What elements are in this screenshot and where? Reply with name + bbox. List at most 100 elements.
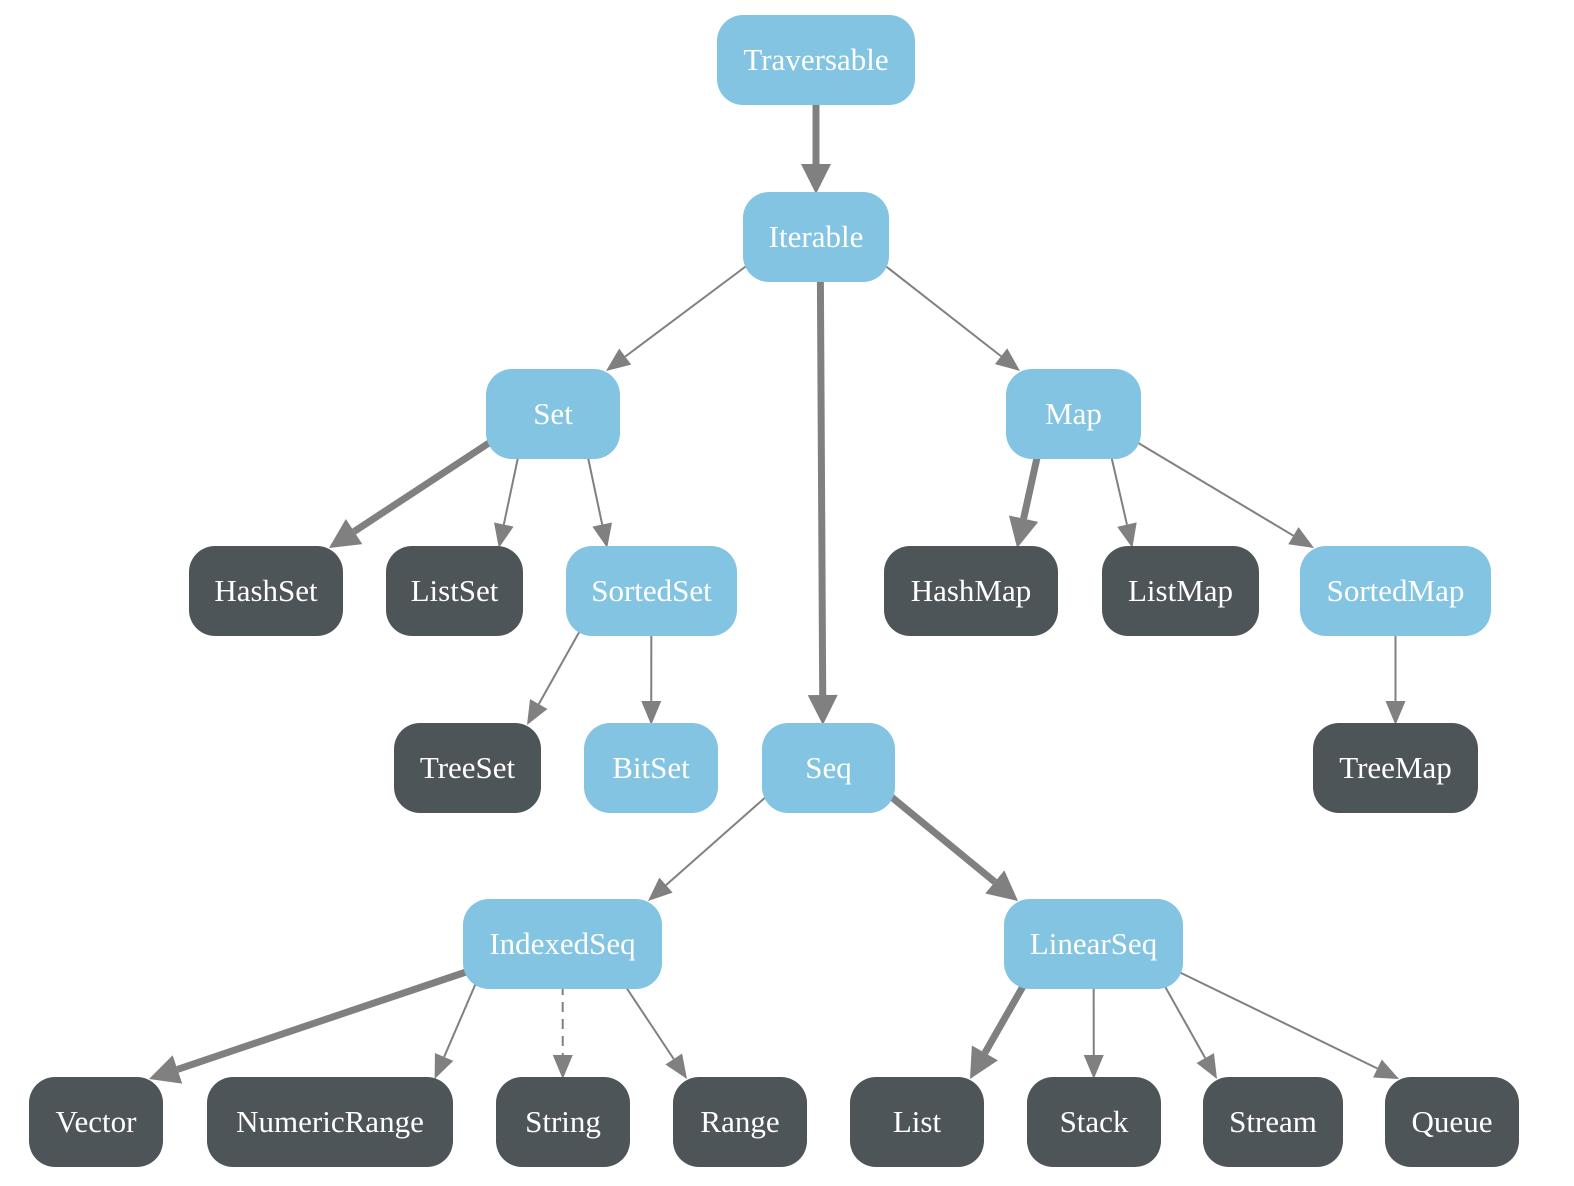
node-label: BitSet [612, 750, 690, 785]
edge-line [624, 263, 750, 358]
arrowhead-icon [665, 1053, 687, 1079]
node-range[interactable]: Range [673, 1077, 807, 1167]
node-label: Queue [1411, 1104, 1493, 1139]
node-label: TreeSet [419, 750, 516, 785]
edge-line [886, 792, 998, 885]
edge-line [502, 454, 520, 525]
node-label: Traversable [743, 42, 889, 77]
edge-line [882, 263, 1002, 358]
node-hashset[interactable]: HashSet [189, 546, 343, 636]
edge-sortedmap-to-treemap [1385, 632, 1406, 725]
edge-map-to-hashmap [1008, 454, 1042, 548]
node-label: SortedMap [1326, 573, 1465, 608]
edge-map-to-sortedmap [1134, 440, 1314, 548]
arrowhead-icon [1288, 527, 1314, 548]
node-label: String [525, 1104, 601, 1139]
node-label: SortedSet [591, 573, 712, 608]
arrowhead-icon [606, 348, 632, 371]
arrowhead-icon [527, 699, 548, 725]
node-hashmap[interactable]: HashMap [884, 546, 1058, 636]
arrowhead-icon [592, 522, 612, 548]
edge-line [176, 967, 471, 1073]
node-traversable[interactable]: Traversable [717, 15, 915, 105]
edge-seq-to-linearseq [886, 792, 1018, 901]
node-set[interactable]: Set [486, 369, 620, 459]
node-label: Stream [1229, 1104, 1317, 1139]
arrowhead-icon [1083, 1054, 1104, 1079]
edge-set-to-sortedset [586, 454, 612, 548]
arrowhead-icon [552, 1054, 573, 1079]
edge-line [1109, 454, 1128, 525]
edge-line [1134, 440, 1294, 537]
node-seq[interactable]: Seq [762, 723, 895, 813]
arrowhead-icon [801, 164, 831, 194]
node-label: Map [1045, 396, 1102, 431]
node-listmap[interactable]: ListMap [1102, 546, 1259, 636]
node-treemap[interactable]: TreeMap [1313, 723, 1478, 813]
node-label: Stack [1059, 1104, 1129, 1139]
node-numericrange[interactable]: NumericRange [207, 1077, 453, 1167]
node-label: IndexedSeq [489, 926, 636, 961]
edge-iterable-to-seq [807, 277, 838, 725]
node-label: ListSet [410, 573, 499, 608]
node-label: HashSet [214, 573, 318, 608]
edge-line [623, 984, 675, 1060]
node-label: Range [700, 1104, 780, 1139]
node-label: NumericRange [236, 1104, 424, 1139]
edge-indexedseq-to-range [623, 984, 687, 1079]
node-label: Vector [55, 1104, 137, 1139]
edge-set-to-hashset [329, 438, 494, 548]
node-label: Iterable [768, 219, 864, 254]
node-indexedseq[interactable]: IndexedSeq [463, 899, 662, 989]
edge-line [1176, 970, 1378, 1070]
edge-indexedseq-to-string [552, 984, 573, 1079]
node-iterable[interactable]: Iterable [743, 192, 889, 282]
node-queue[interactable]: Queue [1385, 1077, 1519, 1167]
collections-hierarchy-diagram: Traversable Iterable Set Map Seq HashSet ListS… [0, 0, 1574, 1186]
node-sortedset[interactable]: SortedSet [566, 546, 737, 636]
edge-sortedset-to-treeset [527, 617, 588, 725]
node-stack[interactable]: Stack [1027, 1077, 1161, 1167]
node-linearseq[interactable]: LinearSeq [1004, 899, 1183, 989]
edge-iterable-to-map [882, 263, 1020, 371]
node-map[interactable]: Map [1006, 369, 1141, 459]
node-listset[interactable]: ListSet [386, 546, 523, 636]
arrowhead-icon [1196, 1053, 1217, 1079]
arrowhead-icon [1385, 701, 1406, 725]
arrowhead-icon [1008, 515, 1039, 548]
edge-line [586, 454, 604, 525]
edge-line [816, 277, 827, 696]
arrowhead-icon [494, 522, 514, 548]
node-vector[interactable]: Vector [29, 1077, 163, 1167]
edge-linearseq-to-stack [1083, 984, 1104, 1079]
arrowhead-icon [648, 877, 673, 901]
edge-map-to-listmap [1109, 454, 1137, 548]
arrowhead-icon [434, 1053, 454, 1079]
edge-traversable-to-iterable [801, 101, 831, 194]
arrowhead-icon [641, 700, 662, 725]
node-label: ListMap [1127, 573, 1234, 608]
arrowhead-icon [807, 694, 838, 725]
node-label: List [892, 1104, 942, 1139]
arrowhead-icon [149, 1055, 183, 1084]
node-label: TreeMap [1339, 750, 1452, 785]
edge-sortedset-to-bitset [641, 631, 662, 725]
edge-line [1020, 454, 1042, 520]
edge-set-to-listset [494, 454, 520, 548]
node-stream[interactable]: Stream [1203, 1077, 1343, 1167]
node-label: Seq [805, 750, 852, 785]
node-string[interactable]: String [496, 1077, 630, 1167]
edge-indexedseq-to-vector [149, 967, 471, 1084]
node-label: HashMap [910, 573, 1032, 608]
node-treeset[interactable]: TreeSet [394, 723, 541, 813]
edge-line [352, 438, 494, 535]
node-list[interactable]: List [850, 1077, 984, 1167]
arrowhead-icon [1117, 522, 1137, 548]
arrowhead-icon [994, 348, 1020, 371]
edge-indexedseq-to-numericrange [434, 970, 483, 1079]
edge-iterable-to-set [606, 263, 750, 371]
node-bitset[interactable]: BitSet [584, 723, 718, 813]
node-sortedmap[interactable]: SortedMap [1300, 546, 1491, 636]
node-label: LinearSeq [1029, 926, 1158, 961]
node-label: Set [533, 396, 573, 431]
